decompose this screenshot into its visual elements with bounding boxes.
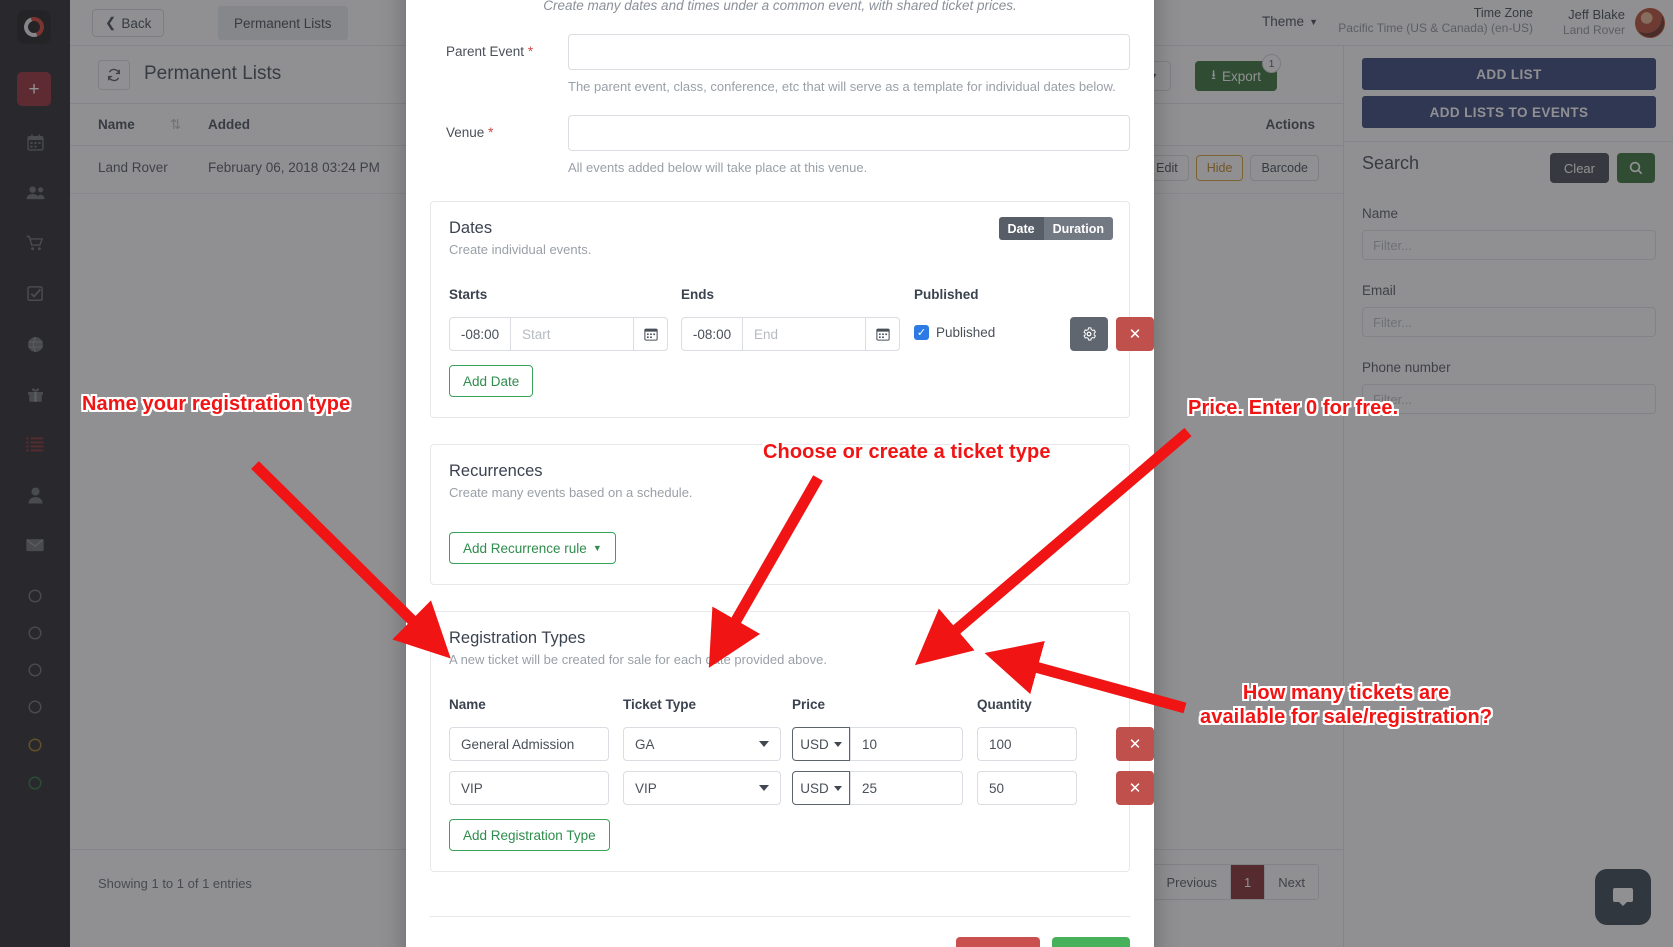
chevron-down-icon: [833, 741, 842, 747]
parent-event-label-text: Parent Event: [446, 44, 525, 59]
venue-hint: All events added below will take place a…: [568, 160, 868, 175]
toggle-date[interactable]: Date: [998, 217, 1044, 240]
column-header-rt-quantity: Quantity: [977, 697, 1032, 712]
chevron-down-icon: [759, 741, 769, 747]
annotation-name-your-registration-type: Name your registration type: [82, 393, 351, 415]
required-marker: *: [488, 125, 494, 140]
delete-date-button[interactable]: ✕: [1116, 317, 1154, 351]
recurrences-title: Recurrences: [449, 462, 543, 480]
cancel-button[interactable]: Cancel: [956, 937, 1041, 947]
create-event-modal: Create many dates and times under a comm…: [406, 0, 1154, 947]
end-date-input[interactable]: End: [743, 317, 866, 351]
rt-name-input-1[interactable]: General Admission: [449, 727, 609, 761]
registration-types-subtitle: A new ticket will be created for sale fo…: [449, 652, 827, 667]
start-calendar-button[interactable]: [634, 317, 668, 351]
required-marker: *: [527, 44, 534, 59]
rt-ticket-type-select-1[interactable]: GA: [623, 727, 781, 761]
add-date-button[interactable]: Add Date: [449, 365, 534, 397]
parent-event-label: Parent Event *: [446, 44, 533, 59]
rt-currency-select-2[interactable]: USD: [792, 771, 850, 805]
add-registration-type-button[interactable]: Add Registration Type: [449, 819, 610, 851]
column-header-rt-price: Price: [792, 697, 826, 712]
column-header-published: Published: [914, 287, 979, 302]
registration-type-row: VIP VIP USD 25 50 ✕: [449, 771, 1154, 805]
dates-card: Dates Create individual events. Date Dur…: [430, 201, 1154, 418]
toggle-duration[interactable]: Duration: [1043, 217, 1113, 240]
calendar-icon: [875, 328, 890, 341]
calendar-icon: [643, 328, 658, 341]
parent-event-control: [568, 34, 1130, 70]
registration-types-title: Registration Types: [449, 629, 586, 647]
chevron-down-icon: ▼: [592, 543, 602, 553]
rt-quantity-input-2[interactable]: 50: [977, 771, 1077, 805]
rt-ticket-type-value-2: VIP: [635, 780, 657, 796]
rt-price-input-2[interactable]: 25: [850, 771, 963, 805]
rt-ticket-type-value-1: GA: [635, 736, 655, 752]
published-toggle[interactable]: ✓ Published: [914, 325, 995, 340]
registration-types-column-headers: Name Ticket Type Price Quantity: [449, 697, 1111, 717]
add-recurrence-rule-label: Add Recurrence rule: [463, 540, 587, 556]
dates-subtitle: Create individual events.: [449, 242, 592, 257]
add-recurrence-rule-button[interactable]: Add Recurrence rule ▼: [449, 532, 616, 564]
modal-intro-text: Create many dates and times under a comm…: [543, 0, 1017, 13]
delete-registration-type-button-2[interactable]: ✕: [1116, 771, 1154, 805]
date-row: -08:00 Start -08:00 End ✓ Published ✕: [449, 317, 1154, 351]
venue-control: [568, 115, 1130, 151]
published-checkbox[interactable]: ✓: [914, 325, 929, 340]
save-button[interactable]: Save: [1052, 937, 1130, 947]
modal-footer: Cancel Save: [430, 916, 1130, 947]
venue-row: Venue *: [430, 115, 1130, 151]
parent-event-select[interactable]: [568, 34, 1130, 70]
parent-event-hint: The parent event, class, conference, etc…: [568, 79, 1116, 94]
annotation-choose-ticket-type: Choose or create a ticket type: [763, 441, 1051, 463]
screen-root: +: [0, 0, 1673, 947]
venue-label-text: Venue: [446, 125, 485, 140]
start-timezone-offset[interactable]: -08:00: [449, 317, 511, 351]
dates-column-headers: Starts Ends Published: [449, 287, 1111, 307]
column-header-rt-ticket-type: Ticket Type: [623, 697, 697, 712]
parent-event-row: Parent Event *: [430, 34, 1130, 70]
rt-currency-value-1: USD: [800, 736, 829, 752]
venue-select[interactable]: [568, 115, 1130, 151]
annotation-quantity: How many tickets are available for sale/…: [1200, 682, 1493, 729]
end-calendar-button[interactable]: [866, 317, 900, 351]
recurrences-subtitle: Create many events based on a schedule.: [449, 485, 693, 500]
date-duration-toggle: Date Duration: [998, 217, 1113, 240]
registration-types-card: Registration Types A new ticket will be …: [430, 611, 1154, 872]
recurrences-card: Recurrences Create many events based on …: [430, 444, 1130, 585]
rt-quantity-input-1[interactable]: 100: [977, 727, 1077, 761]
registration-type-row: General Admission GA USD 10 100 ✕: [449, 727, 1154, 761]
delete-registration-type-button-1[interactable]: ✕: [1116, 727, 1154, 761]
chevron-down-icon: [759, 785, 769, 791]
rt-ticket-type-select-2[interactable]: VIP: [623, 771, 781, 805]
venue-label: Venue *: [446, 125, 493, 140]
rt-currency-value-2: USD: [800, 780, 829, 796]
rt-price-input-1[interactable]: 10: [850, 727, 963, 761]
end-timezone-offset[interactable]: -08:00: [681, 317, 743, 351]
column-header-ends: Ends: [681, 287, 715, 302]
modal-body: Create many dates and times under a comm…: [406, 0, 1154, 947]
date-settings-button[interactable]: [1070, 317, 1108, 351]
gear-icon: [1083, 327, 1096, 341]
published-label: Published: [936, 325, 996, 340]
column-header-rt-name: Name: [449, 697, 486, 712]
chevron-down-icon: [833, 785, 842, 791]
rt-currency-select-1[interactable]: USD: [792, 727, 850, 761]
column-header-starts: Starts: [449, 287, 488, 302]
annotation-price: Price. Enter 0 for free.: [1188, 397, 1399, 419]
rt-name-input-2[interactable]: VIP: [449, 771, 609, 805]
start-date-input[interactable]: Start: [511, 317, 634, 351]
